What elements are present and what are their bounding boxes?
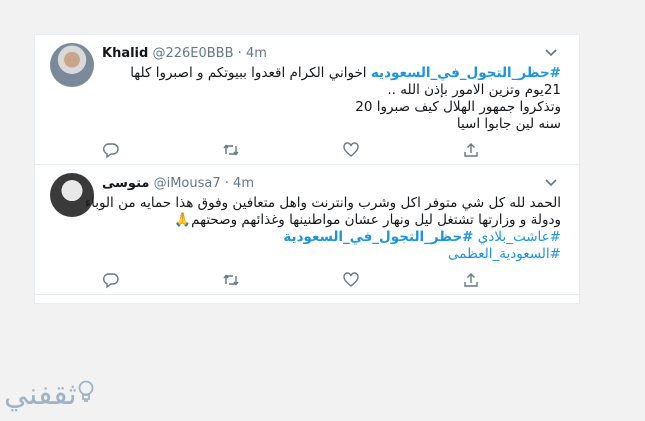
chevron-down-icon[interactable] xyxy=(543,45,559,59)
user-name[interactable]: Khalid xyxy=(102,46,148,61)
tweet-line: #عاشت_بلادي #حظر_التجول_في_السعودية xyxy=(102,229,561,246)
watermark-logo: ثقفني xyxy=(4,377,94,413)
retweet-icon[interactable] xyxy=(222,271,240,289)
tweet-line: #السعودية_العظمى xyxy=(102,246,561,263)
avatar[interactable] xyxy=(50,43,94,87)
tweet-header: Khalid @226E0BBB · 4m xyxy=(102,45,267,63)
retweet-icon[interactable] xyxy=(222,141,240,159)
tweet-time[interactable]: 4m xyxy=(246,46,267,61)
tweet-line: ودولة و وزارتها تشتغل ليل ونهار عشان موا… xyxy=(174,212,561,228)
tweet-line-text: اخواني الكرام اقعدوا ببيوتكم و اصبروا كل… xyxy=(130,65,371,81)
tweet-actions xyxy=(97,271,517,289)
tweet-line: سنه لين جابوا اسيا xyxy=(456,116,561,132)
tweet-time[interactable]: 4m xyxy=(233,176,254,191)
user-handle[interactable]: @226E0BBB xyxy=(152,46,233,61)
tweet-actions xyxy=(97,141,517,159)
tweet-line: وتذكروا جمهور الهلال كيف صبروا 20 xyxy=(355,99,561,115)
tweet[interactable]: متوسى @iMousa7 · 4m الحمد لله كل شي متوف… xyxy=(35,165,579,295)
separator-dot: · xyxy=(237,46,242,61)
heart-icon[interactable] xyxy=(342,141,360,159)
tweet-line: 21يوم وتزين الامور بإذن الله .. xyxy=(387,82,561,98)
hashtag-link[interactable]: #السعودية_العظمى xyxy=(448,246,561,262)
lightbulb-icon xyxy=(77,379,95,405)
tweet-line: #حظر_التجول_في_السعوديه اخواني الكرام اق… xyxy=(102,65,561,82)
tweet-text: #حظر_التجول_في_السعوديه اخواني الكرام اق… xyxy=(102,65,561,133)
tweet-text: الحمد لله كل شي متوفر اكل وشرب وانترنت و… xyxy=(84,195,561,263)
heart-icon[interactable] xyxy=(342,271,360,289)
reply-icon[interactable] xyxy=(102,141,120,159)
share-icon[interactable] xyxy=(462,141,480,159)
reply-icon[interactable] xyxy=(102,271,120,289)
tweet[interactable]: Khalid @226E0BBB · 4m #حظر_التجول_في_الس… xyxy=(35,35,579,165)
hashtag-link[interactable]: #حظر_التجول_في_السعودية xyxy=(283,229,473,245)
share-icon[interactable] xyxy=(462,271,480,289)
tweet-header: متوسى @iMousa7 · 4m xyxy=(102,175,254,193)
tweet-timeline: Khalid @226E0BBB · 4m #حظر_التجول_في_الس… xyxy=(34,34,580,304)
hashtag-link[interactable]: #عاشت_بلادي xyxy=(478,229,561,245)
user-handle[interactable]: @iMousa7 xyxy=(154,176,221,191)
user-name[interactable]: متوسى xyxy=(102,176,149,191)
tweet-line: الحمد لله كل شي متوفر اكل وشرب وانترنت و… xyxy=(84,195,561,211)
separator-dot: · xyxy=(224,176,229,191)
watermark-text: ثقفني xyxy=(4,377,77,412)
chevron-down-icon[interactable] xyxy=(543,175,559,189)
hashtag-link[interactable]: #حظر_التجول_في_السعوديه xyxy=(371,65,561,81)
